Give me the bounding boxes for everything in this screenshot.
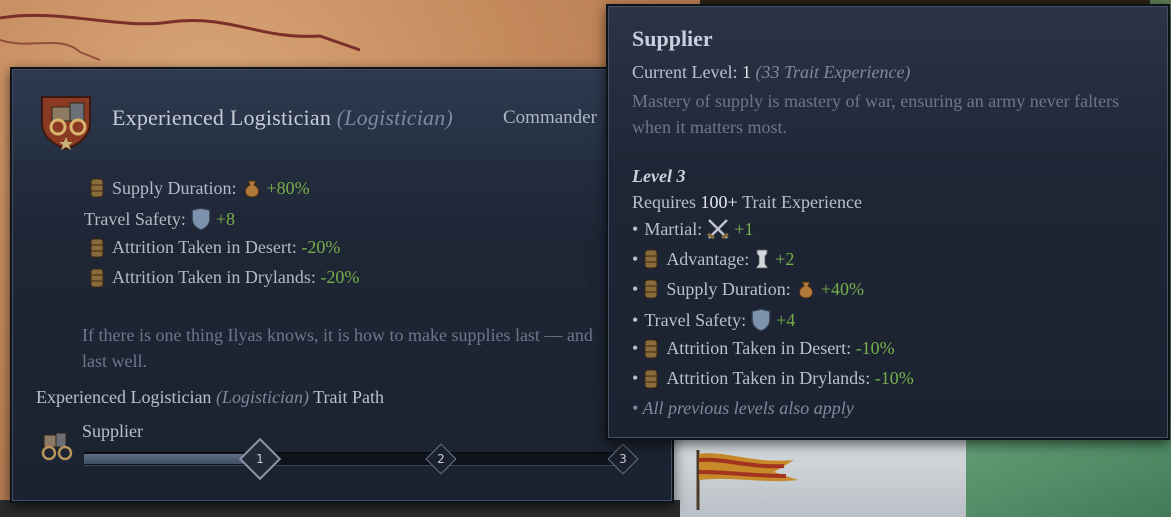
bonus-row: • Advantage: +2 [632,248,795,269]
path-level-name: Supplier [82,421,143,441]
requires-suffix: Trait Experience [742,192,862,212]
modifier-row: Attrition Taken in Desert: -20% [90,237,340,258]
flavor-text: If there is one thing Ilyas knows, it is… [82,325,593,371]
supplier-tooltip: Supplier Current Level: 1 (33 Trait Expe… [606,4,1170,440]
path-title-sub: (Logistician) [215,387,309,407]
trait-title: Experienced Logistician (Logistician) [112,105,453,131]
trait-path-title: Experienced Logistician (Logistician) Tr… [36,387,384,408]
modifier-row: Supply Duration: +80% [90,177,310,199]
requires-prefix: Requires [632,192,696,212]
bonus-row: • Travel Safety: +4 [632,308,795,332]
trait-progress-fill [84,454,264,464]
bonus-value: +4 [776,309,796,330]
trait-panel: Experienced Logistician (Logistician) Co… [10,67,674,503]
bonus-row: • Martial: +1 [632,218,754,240]
modifier-value: +8 [215,208,235,229]
bonus-label: Martial: [644,218,703,239]
modifier-row: Attrition Taken in Drylands: -20% [90,267,359,288]
requires-value: 100+ [700,192,738,212]
supply-barrel-icon [90,238,104,257]
bonus-label: Attrition Taken in Drylands: [666,368,871,388]
commander-label: Commander [503,107,597,128]
current-level-value: 1 [741,62,751,82]
trait-header: Experienced Logistician (Logistician) Co… [14,71,670,159]
modifier-value: -20% [301,237,341,257]
bonus-value: +1 [734,218,754,239]
progress-node-label: 2 [437,452,445,466]
supply-barrel-icon [90,268,104,287]
path-title-suffix: Trait Path [313,387,384,407]
progress-node-label: 1 [256,452,264,466]
supply-barrel-icon [90,178,104,198]
bonus-value: +2 [775,248,795,269]
modifier-row: Travel Safety: +8 [84,207,235,231]
logistician-trait-icon[interactable] [40,93,94,151]
supply-barrel-icon [644,249,658,269]
modifier-value: -20% [320,267,360,287]
requires-line: Requires 100+ Trait Experience [632,192,862,213]
supply-sack-icon [798,281,813,299]
path-title-main: Experienced Logistician [36,387,212,407]
modifier-value: +80% [266,177,310,198]
current-xp: (33 Trait Experience) [755,62,911,82]
modifier-label: Supply Duration: [112,177,237,198]
bonus-row: • Supply Duration: +40% [632,278,864,299]
bonus-label: Attrition Taken in Desert: [666,338,852,358]
bonus-value: +40% [820,278,864,299]
supply-sack-icon [244,180,259,198]
current-level-line: Current Level: 1 (33 Trait Experience) [632,62,910,83]
bonus-value: -10% [855,338,895,358]
supply-barrel-icon [644,279,658,299]
crossed-swords-icon [707,219,730,240]
supply-barrel-icon [644,369,658,388]
bonus-label: Travel Safety: [644,309,747,330]
current-level-label: Current Level: [632,62,738,82]
bonus-row: • Attrition Taken in Drylands: -10% [632,368,914,388]
bonus-row: • Attrition Taken in Desert: -10% [632,338,895,358]
modifier-label: Attrition Taken in Desert: [112,237,297,257]
trait-category: (Logistician) [336,105,453,130]
modifier-label: Travel Safety: [84,208,186,229]
shield-icon [191,207,211,231]
trait-name: Experienced Logistician [112,105,332,130]
tooltip-description: Mastery of supply is mastery of war, ens… [632,91,1120,137]
bonus-label: Advantage: [666,248,750,269]
supply-cart-icon [41,432,73,461]
shield-icon [751,308,771,332]
level-heading: Level 3 [632,166,686,186]
supply-barrel-icon [644,339,658,358]
banner-flag-icon [696,450,798,510]
bonus-label: Supply Duration: [666,278,791,299]
chess-rook-icon [755,249,770,269]
progress-node-label: 3 [619,452,627,466]
tooltip-title: Supplier [632,26,713,51]
modifier-label: Attrition Taken in Drylands: [112,267,316,287]
bonus-value: -10% [874,368,914,388]
footer-note: • All previous levels also apply [632,398,854,418]
trait-progress-track [84,452,629,466]
